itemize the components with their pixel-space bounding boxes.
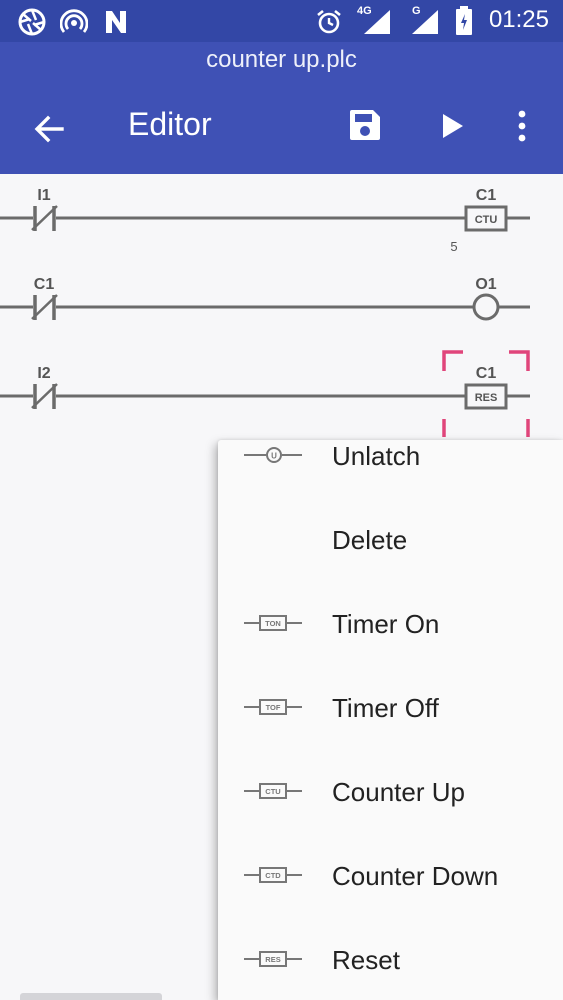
menu-item-label: Timer On [332,609,440,639]
counter-up-block[interactable]: CTU [464,205,508,232]
file-name: counter up.plc [206,46,357,73]
overflow-menu-icon[interactable] [516,110,528,142]
menu-item-unlatch[interactable]: U Unlatch [218,440,563,498]
aperture-icon [18,8,46,36]
counter-up-icon: CTU [244,783,302,799]
rung-1[interactable]: I1 CTU C1 5 [0,187,530,254]
menu-item-timer-on[interactable]: TON Timer On [218,582,563,666]
icon-text: TOF [266,703,281,712]
icon-text: CTD [265,871,281,880]
icon-text: U [271,452,277,461]
ladder-diagram: I1 CTU C1 5 C1 O1 I2 RES C1 [0,174,563,474]
icon-text: CTU [265,787,280,796]
rung-3[interactable]: I2 RES C1 [0,350,530,437]
back-arrow-icon[interactable] [32,112,66,146]
output-label: O1 [475,276,496,293]
menu-item-reset[interactable]: RES Reset [218,918,563,1000]
menu-item-label: Reset [332,945,400,975]
menu-item-label: Counter Down [332,861,499,891]
unlatch-coil-icon: U [244,447,302,463]
alarm-icon [317,9,341,34]
normally-closed-contact-icon[interactable] [31,383,58,409]
reset-block[interactable]: RES [464,383,508,410]
save-icon[interactable] [348,108,382,142]
app-bar: counter up.plc Editor [0,42,563,174]
menu-item-label: Unlatch [332,441,421,471]
normally-closed-contact-icon[interactable] [31,294,58,320]
normally-closed-contact-icon[interactable] [31,205,58,231]
timer-off-icon: TOF [244,699,302,715]
menu-item-timer-off[interactable]: TOF Timer Off [218,666,563,750]
menu-item-counter-up[interactable]: CTU Counter Up [218,750,563,834]
output-label: C1 [476,187,497,204]
preset-value: 5 [450,239,457,254]
rung-2[interactable]: C1 O1 [0,276,530,321]
signal-g-icon [412,10,438,34]
hotspot-icon [60,9,88,33]
block-type-label: CTU [475,214,498,226]
battery-icon [456,6,472,35]
menu-item-label: Counter Up [332,777,465,807]
contact-label: I1 [37,187,50,204]
counter-down-icon: CTD [244,867,302,883]
n-logo-icon [106,11,126,33]
menu-item-label: Delete [332,525,408,555]
block-type-label: RES [475,392,498,404]
context-menu: U Unlatch Delete TON Timer On TOF Timer … [218,440,563,1000]
contact-label: C1 [34,276,55,293]
contact-label: I2 [37,365,50,382]
bottom-handle[interactable] [20,993,162,1000]
play-icon[interactable] [440,112,466,140]
reset-icon: RES [244,951,302,967]
menu-item-delete[interactable]: Delete [218,498,563,582]
output-coil-icon[interactable] [472,293,500,321]
page-title: Editor [128,106,212,142]
signal-4g-icon [364,10,390,34]
icon-text: RES [265,955,280,964]
menu-item-label: Timer Off [332,693,439,723]
menu-item-counter-down[interactable]: CTD Counter Down [218,834,563,918]
clock: 01:25 [488,6,549,33]
status-bar: 4G G 01:25 [0,0,563,42]
icon-text: TON [265,619,281,628]
output-label: C1 [476,365,497,382]
timer-on-icon: TON [244,615,302,631]
